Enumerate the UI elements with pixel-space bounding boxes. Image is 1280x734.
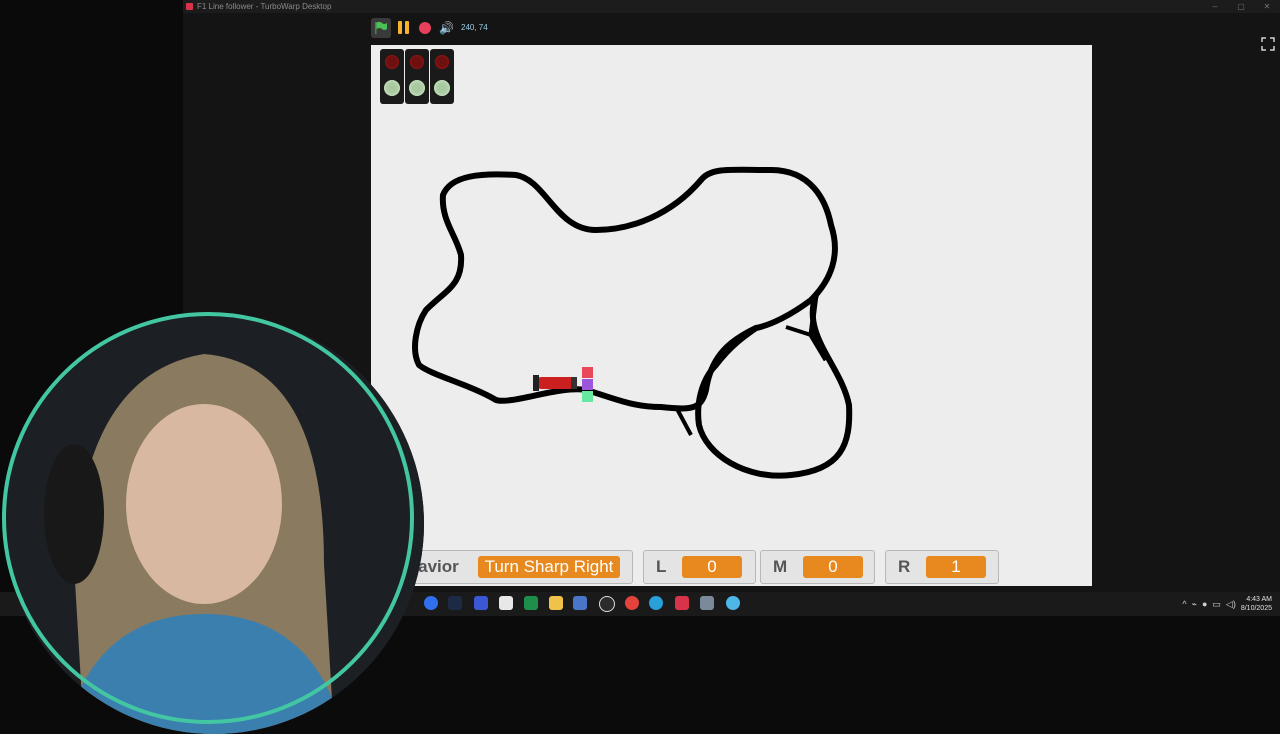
sensor-middle [582,379,593,390]
middle-value: 0 [803,556,863,578]
monitor-icon[interactable]: ▭ [1212,599,1221,610]
minimize-button[interactable]: – [1202,0,1228,13]
green-flag-icon [375,21,387,34]
right-label: R [898,557,911,576]
network-icon[interactable]: ⌁ [1192,599,1197,610]
mouse-coordinates: 240, 74 [461,23,488,32]
race-track [412,166,853,479]
clock-time: 4:43 AM [1246,596,1272,603]
close-button[interactable]: ✕ [1254,0,1280,13]
calculator-icon[interactable] [700,596,714,610]
notepad-icon[interactable] [499,596,513,610]
messenger-icon[interactable] [424,596,438,610]
fullscreen-icon[interactable] [1261,37,1275,51]
app-icon[interactable] [474,596,488,610]
file-explorer-icon[interactable] [549,596,563,610]
sensor-right [582,391,593,402]
title-bar: F1 Line follower - TurboWarp Desktop – ▢… [183,0,1280,13]
sensor-left [582,367,593,378]
sound-icon[interactable]: 🔊 [439,21,454,35]
race-car [533,375,577,391]
window-title: F1 Line follower - TurboWarp Desktop [197,2,332,11]
middle-label: M [773,557,788,576]
task-manager-icon[interactable] [573,596,587,610]
window-controls: – ▢ ✕ [1202,0,1280,13]
behavior-value: Turn Sharp Right [478,556,620,578]
system-tray: ^ ⌁ ● ▭ ◁) 4:43 AM 8/10/2025 [1182,592,1272,616]
volume-icon[interactable]: ◁) [1226,599,1236,610]
clock-date: 8/10/2025 [1240,605,1272,612]
clock[interactable]: 4:43 AM 8/10/2025 [1241,595,1272,613]
chrome-icon[interactable] [625,596,639,610]
right-sensor-monitor: R 1 [885,550,999,584]
middle-sensor-monitor: M 0 [760,550,875,584]
right-value: 1 [926,556,986,578]
turbowarp-icon [186,3,193,10]
turbowarp-icon[interactable] [675,596,689,610]
green-flag-button[interactable] [371,18,391,38]
webcam-ring [2,312,414,724]
stage-toolbar: 🔊 240, 74 [371,18,1275,51]
maximize-button[interactable]: ▢ [1228,0,1254,13]
left-sensor-monitor: L 0 [643,550,756,584]
chevron-up-icon[interactable]: ^ [1182,599,1186,609]
stage[interactable]: Behavior Turn Sharp Right L 0 M 0 R 1 [371,45,1092,586]
steam-icon[interactable] [448,596,462,610]
mic-icon[interactable]: ● [1202,599,1207,609]
left-value: 0 [682,556,742,578]
obs-icon[interactable] [599,596,615,612]
left-label: L [656,557,667,576]
chrome-beta-icon[interactable] [726,596,740,610]
edge-icon[interactable] [649,596,663,610]
pause-button[interactable] [397,21,411,35]
stop-button[interactable] [419,22,431,34]
excel-icon[interactable] [524,596,538,610]
